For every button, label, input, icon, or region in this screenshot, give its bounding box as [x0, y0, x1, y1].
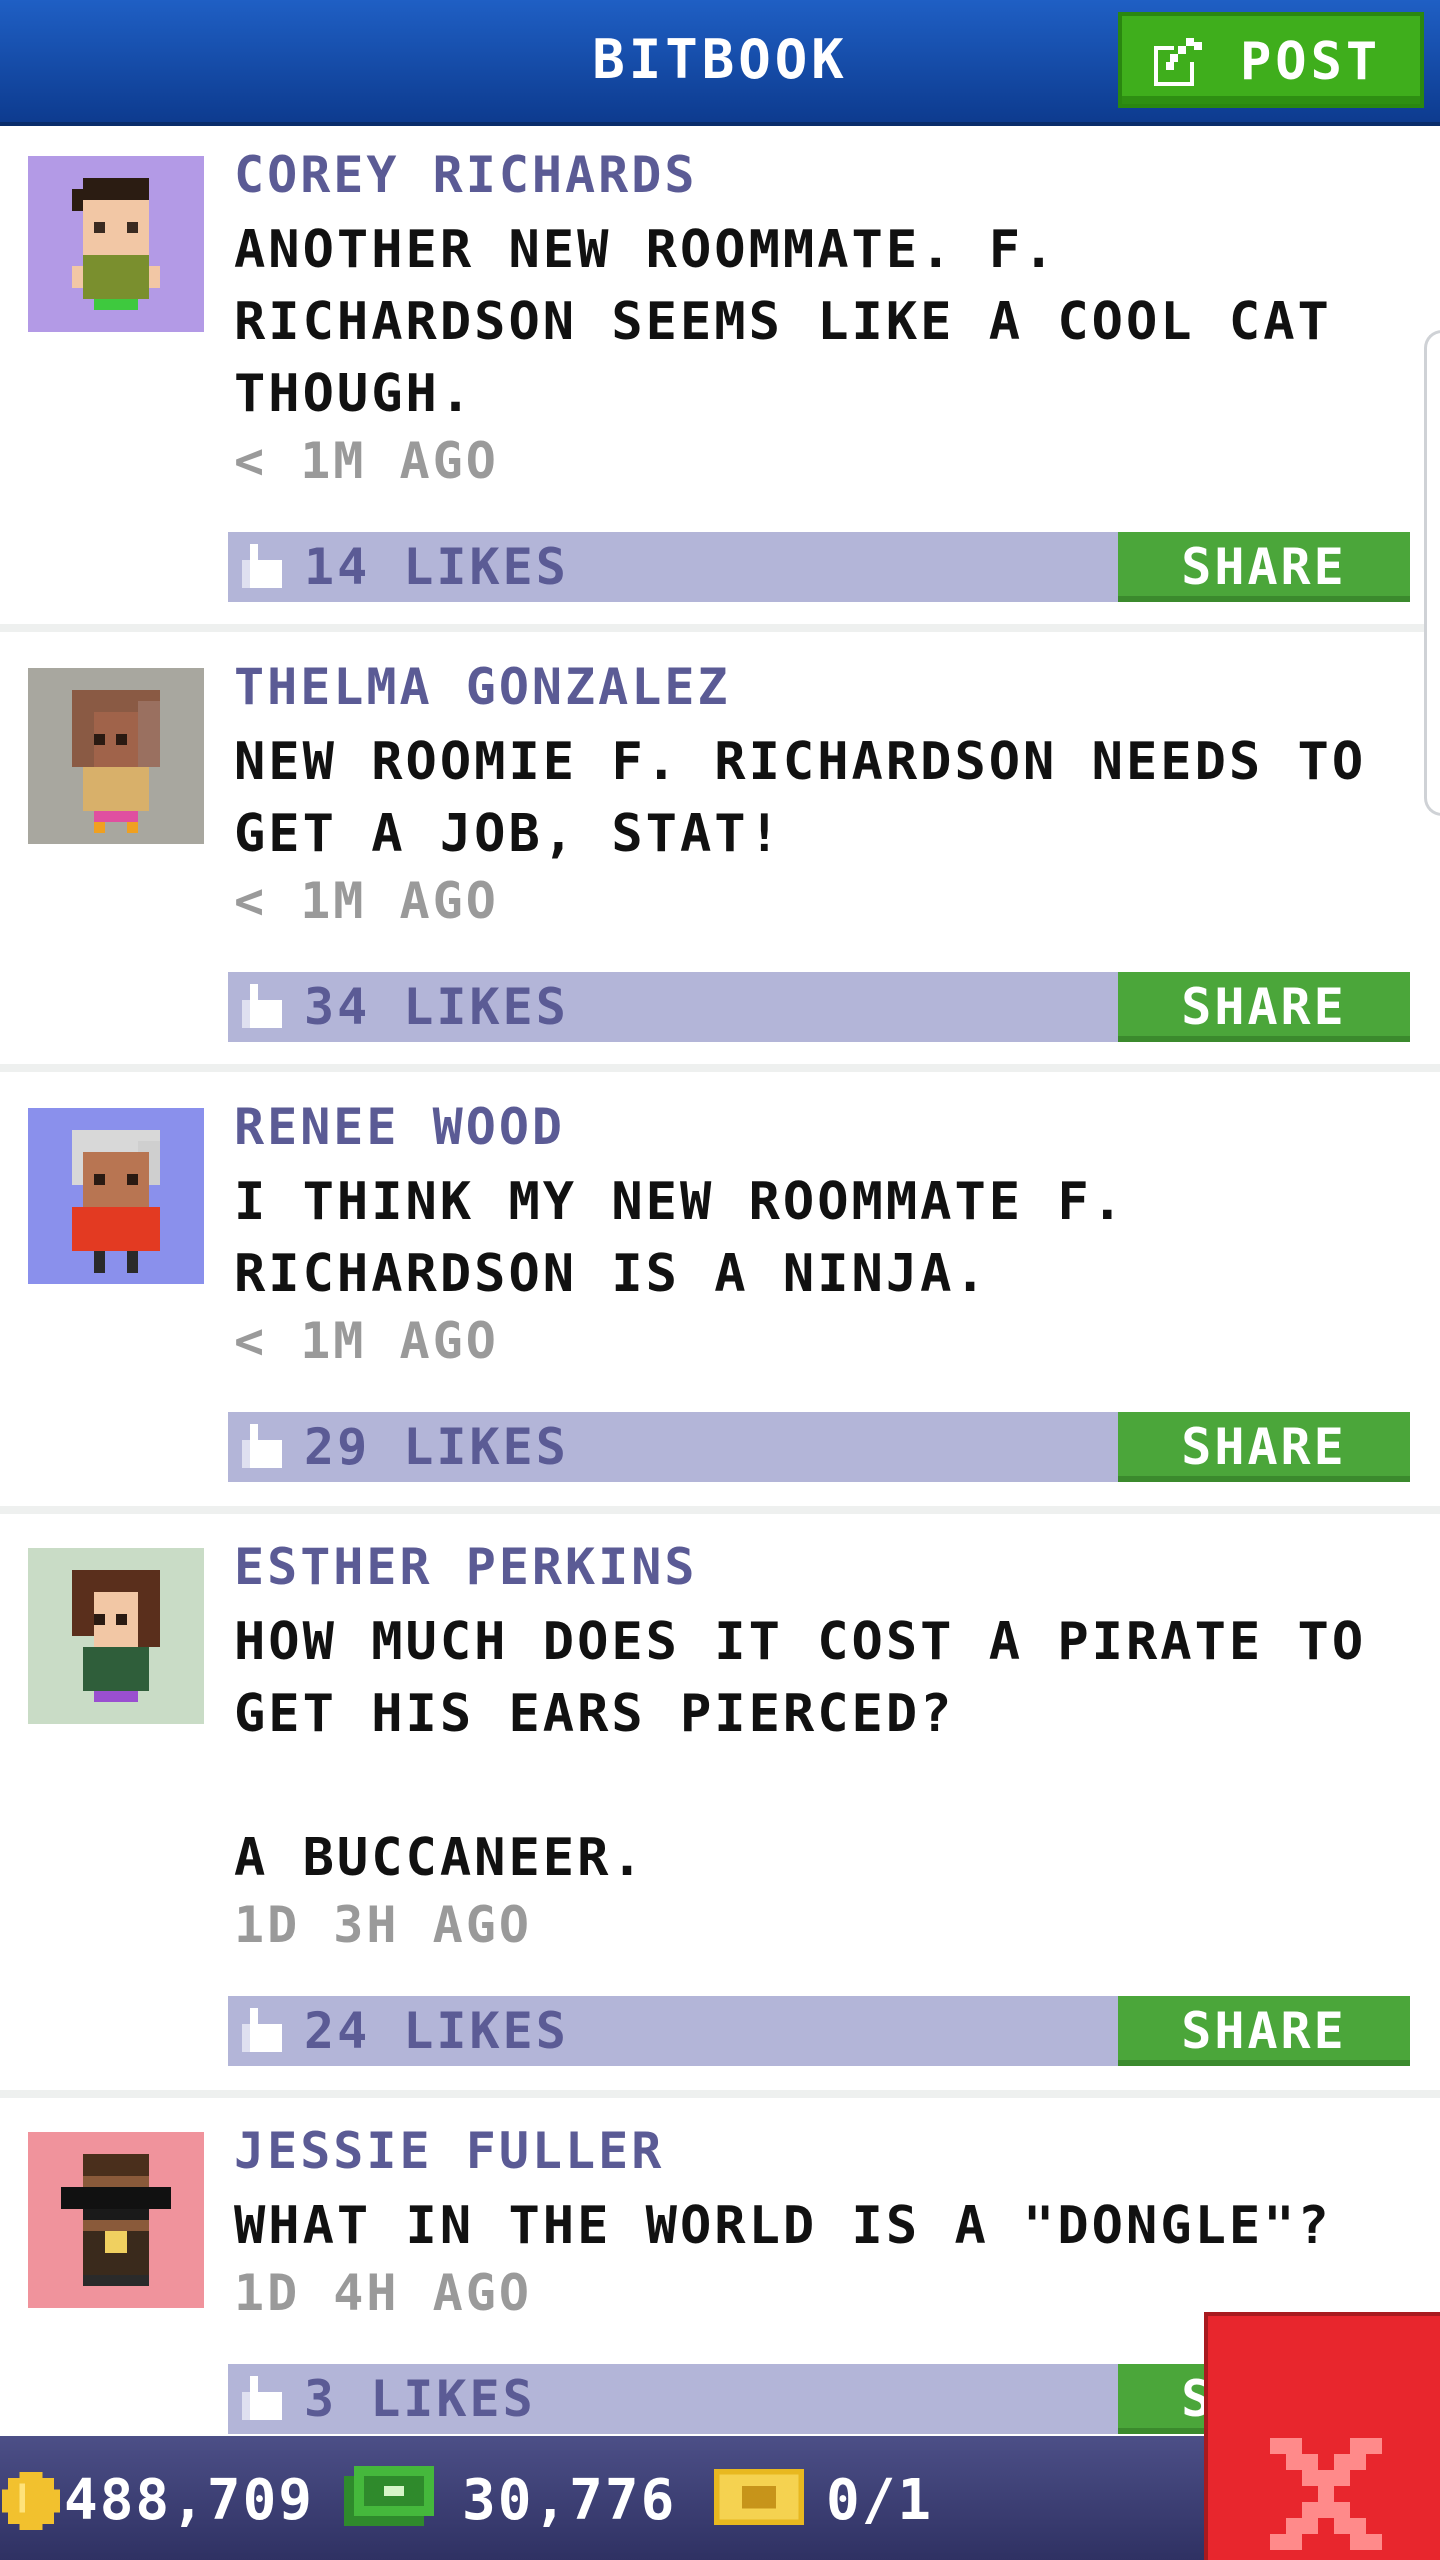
- scroll-handle[interactable]: [1424, 330, 1440, 816]
- likes-count: 29 LIKES: [304, 1418, 569, 1476]
- like-icon: [242, 2376, 282, 2420]
- golden-ticket-icon: [714, 2468, 804, 2526]
- avatar: [28, 2132, 204, 2308]
- post-author[interactable]: RENEE WOOD: [234, 1098, 565, 1156]
- post-timestamp: 1D 4H AGO: [234, 2264, 532, 2322]
- avatar: [28, 1548, 204, 1724]
- likes-count: 24 LIKES: [304, 2002, 569, 2060]
- post-button-label: POST: [1240, 32, 1382, 92]
- app-header: BITBOOK POST: [0, 0, 1440, 126]
- tickets-count: 0/1: [826, 2468, 934, 2533]
- share-button[interactable]: SHARE: [1118, 532, 1410, 602]
- close-button[interactable]: [1204, 2312, 1440, 2560]
- likes-bar[interactable]: 34 LIKES SHARE: [228, 972, 1410, 1042]
- post-message: ANOTHER NEW ROOMMATE. F. RICHARDSON SEEM…: [234, 220, 1332, 424]
- post-author[interactable]: COREY RICHARDS: [234, 146, 697, 204]
- post-message: I THINK MY NEW ROOMMATE F. RICHARDSON IS…: [234, 1172, 1126, 1304]
- post-author[interactable]: JESSIE FULLER: [234, 2122, 664, 2180]
- share-button[interactable]: SHARE: [1118, 1412, 1410, 1482]
- share-button[interactable]: SHARE: [1118, 972, 1410, 1042]
- like-icon: [242, 984, 282, 1028]
- like-icon: [242, 1424, 282, 1468]
- divider: [0, 624, 1440, 632]
- post-message: NEW ROOMIE F. RICHARDSON NEEDS TO GET A …: [234, 732, 1367, 864]
- avatar: [28, 1108, 204, 1284]
- avatar: [28, 156, 204, 332]
- like-icon: [242, 544, 282, 588]
- share-button[interactable]: SHARE: [1118, 1996, 1410, 2066]
- cash-icon: [344, 2466, 434, 2526]
- likes-bar[interactable]: 24 LIKES SHARE: [228, 1996, 1410, 2066]
- post-timestamp: < 1M AGO: [234, 432, 499, 490]
- post-timestamp: < 1M AGO: [234, 872, 499, 930]
- likes-count: 34 LIKES: [304, 978, 569, 1036]
- coins-count: 488,709: [64, 2468, 315, 2533]
- post-message: WHAT IN THE WORLD IS A "DONGLE"?: [234, 2196, 1332, 2256]
- likes-bar[interactable]: 14 LIKES SHARE: [228, 532, 1410, 602]
- divider: [0, 1506, 1440, 1514]
- coin-icon: [2, 2472, 60, 2530]
- likes-bar[interactable]: 29 LIKES SHARE: [228, 1412, 1410, 1482]
- likes-count: 14 LIKES: [304, 538, 569, 596]
- compose-icon: [1154, 38, 1202, 86]
- divider: [0, 2090, 1440, 2098]
- post-timestamp: 1D 3H AGO: [234, 1896, 532, 1954]
- post-timestamp: < 1M AGO: [234, 1312, 499, 1370]
- post-message: HOW MUCH DOES IT COST A PIRATE TO GET HI…: [234, 1612, 1367, 1888]
- divider: [0, 1064, 1440, 1072]
- post-author[interactable]: THELMA GONZALEZ: [234, 658, 731, 716]
- post-author[interactable]: ESTHER PERKINS: [234, 1538, 697, 1596]
- close-icon: [1270, 2438, 1382, 2550]
- post-button[interactable]: POST: [1118, 12, 1424, 108]
- avatar: [28, 668, 204, 844]
- cash-count: 30,776: [462, 2468, 677, 2533]
- likes-count: 3 LIKES: [304, 2370, 536, 2428]
- like-icon: [242, 2008, 282, 2052]
